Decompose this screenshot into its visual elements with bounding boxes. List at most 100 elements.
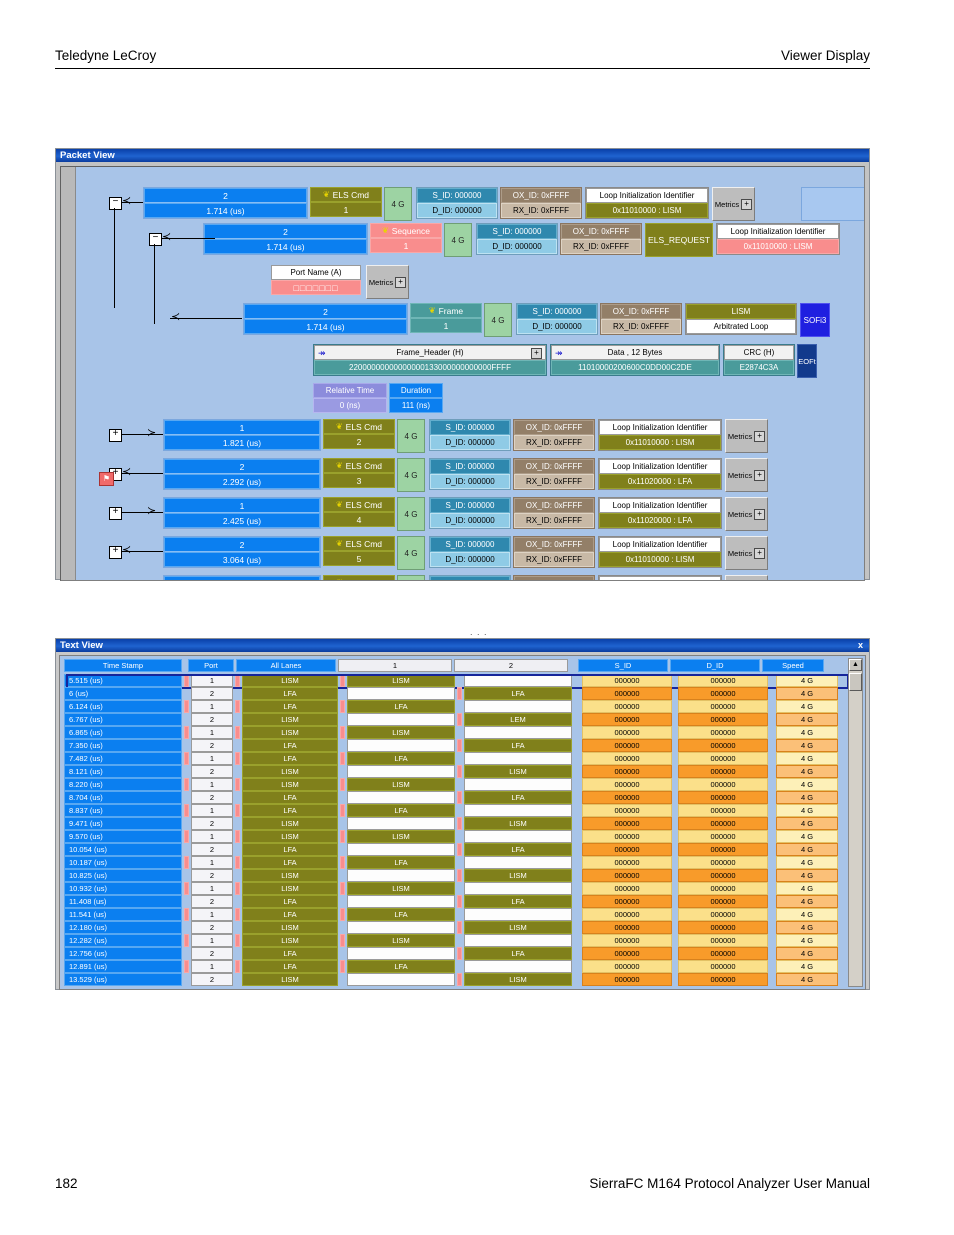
table-row[interactable]: 10.054 (us) 2 LFA LFA 000000 000000 4 G — [64, 843, 847, 856]
metrics-button[interactable]: Metrics+ — [725, 497, 768, 531]
lane-marker — [235, 739, 240, 752]
table-row[interactable]: 10.187 (us) 1 LFA LFA 000000 000000 4 G — [64, 856, 847, 869]
row-expander[interactable]: − — [149, 233, 162, 246]
table-row[interactable]: 12.756 (us) 2 LFA LFA 000000 000000 4 G — [64, 947, 847, 960]
packet-info: Loop Initialization Identifier 0x11010000… — [598, 419, 722, 451]
row-expander[interactable]: + — [109, 546, 122, 559]
metrics-button[interactable]: Metrics+ — [725, 419, 768, 453]
table-row[interactable]: 10.825 (us) 2 LISM LISM 000000 000000 4 G — [64, 869, 847, 882]
column-header-time-stamp[interactable]: Time Stamp — [64, 659, 182, 672]
row-expander[interactable]: + — [109, 507, 122, 520]
duration-label-text: Duration — [400, 386, 432, 395]
column-header-port[interactable]: Port — [188, 659, 234, 672]
scroll-up-icon[interactable]: ▲ — [849, 659, 862, 671]
table-row[interactable]: 7.482 (us) 1 LFA LFA 000000 000000 4 G — [64, 752, 847, 765]
lane-marker — [235, 700, 240, 713]
lane1-marker — [340, 778, 345, 791]
cell-d-id: 000000 — [678, 934, 768, 947]
table-row[interactable]: 6 (us) 2 LFA LFA 000000 000000 4 G — [64, 687, 847, 700]
table-row[interactable]: 8.220 (us) 1 LISM LISM 000000 000000 4 G — [64, 778, 847, 791]
cell-s-id: 000000 — [582, 817, 672, 830]
table-row[interactable]: 8.837 (us) 1 LFA LFA 000000 000000 4 G — [64, 804, 847, 817]
packet-ox-id-text: OX_ID: 0xFFFF — [525, 423, 583, 432]
lane1-marker — [340, 752, 345, 765]
table-row[interactable]: 5.515 (us) 1 LISM LISM 000000 000000 4 G — [64, 674, 849, 689]
cell-s-id: 000000 — [582, 687, 672, 700]
key-icon: ❦ — [336, 576, 343, 581]
metrics-button[interactable]: Metrics+ — [725, 458, 768, 492]
column-header-all-lanes[interactable]: All Lanes — [236, 659, 336, 672]
row-expander[interactable]: + — [109, 429, 122, 442]
table-row[interactable]: 9.570 (us) 1 LISM LISM 000000 000000 4 G — [64, 830, 847, 843]
cell-speed: 4 G — [776, 752, 838, 765]
row-expander[interactable]: − — [109, 197, 122, 210]
plus-box-icon[interactable]: + — [531, 348, 542, 359]
table-row[interactable]: 11.408 (us) 2 LFA LFA 000000 000000 4 G — [64, 895, 847, 908]
column-header-2[interactable]: 2 — [454, 659, 568, 672]
table-row[interactable]: 12.180 (us) 2 LISM LISM 000000 000000 4 G — [64, 921, 847, 934]
metrics-button[interactable]: Metrics+ — [725, 575, 768, 580]
cell-s-id: 000000 — [582, 895, 672, 908]
lane1-marker — [340, 726, 345, 739]
close-icon[interactable]: x — [858, 639, 865, 652]
cell-s-id: 000000 — [582, 674, 672, 687]
packet-row-collapsed[interactable]: 2 3.064 (us) ❦ ELS Cmd 5 4 G S_ID: 000000 D_ID:… — [163, 536, 768, 570]
column-header-speed[interactable]: Speed — [762, 659, 824, 672]
table-row[interactable]: 6.767 (us) 2 LISM LEM 000000 000000 4 G — [64, 713, 847, 726]
table-row[interactable]: 8.704 (us) 2 LFA LFA 000000 000000 4 G — [64, 791, 847, 804]
lane1-marker — [340, 674, 345, 687]
metrics-button-small[interactable]: Metrics + — [366, 265, 409, 299]
cell-d-id: 000000 — [678, 856, 768, 869]
packet-row-collapsed[interactable]: 1 2.425 (us) ❦ ELS Cmd 4 4 G S_ID: 000000 D_ID:… — [163, 497, 768, 531]
packet-time: 1.714 (us) — [204, 239, 367, 254]
column-header-d-id[interactable]: D_ID — [670, 659, 760, 672]
packet-row-collapsed[interactable]: 2 2.292 (us) ❦ ELS Cmd 3 4 G S_ID: 000000 D_ID:… — [163, 458, 768, 492]
table-row[interactable]: 12.891 (us) 1 LFA LFA 000000 000000 4 G — [64, 960, 847, 973]
scroll-thumb[interactable] — [849, 673, 862, 691]
table-row[interactable]: 7.350 (us) 2 LFA LFA 000000 000000 4 G — [64, 739, 847, 752]
cell-lane-1 — [347, 687, 455, 700]
cell-speed: 4 G — [776, 908, 838, 921]
cell-s-id: 000000 — [582, 830, 672, 843]
packet-row[interactable]: 2 1.714 (us) ❦ Sequence 1 4 G S_ID: 000000 D_ID… — [203, 223, 840, 257]
plus-box-icon[interactable]: + — [754, 547, 766, 559]
packet-count: 2 — [204, 224, 367, 239]
plus-box-icon[interactable]: + — [754, 430, 766, 442]
lane1-marker — [340, 869, 345, 882]
packet-s-id: S_ID: 000000 — [430, 459, 510, 474]
packet-row[interactable]: 2 1.714 (us) ❦ ELS Cmd 1 4 G S_ID: 000000 D_ID:… — [143, 187, 755, 221]
table-row[interactable]: 6.865 (us) 1 LISM LISM 000000 000000 4 G — [64, 726, 847, 739]
column-header-s-id[interactable]: S_ID — [578, 659, 668, 672]
plus-box-icon[interactable]: + — [395, 276, 407, 288]
packet-info-label-text: Loop Initialization Identifier — [612, 540, 708, 549]
cell-s-id: 000000 — [582, 908, 672, 921]
table-row[interactable]: 6.124 (us) 1 LFA LFA 000000 000000 4 G — [64, 700, 847, 713]
metrics-button[interactable]: Metrics+ — [712, 187, 755, 221]
cell-speed: 4 G — [776, 869, 838, 882]
plus-box-icon[interactable]: + — [754, 469, 766, 481]
table-row[interactable]: 11.541 (us) 1 LFA LFA 000000 000000 4 G — [64, 908, 847, 921]
packet-row-collapsed[interactable]: 1❦ELS Cmd4 GS_ID: 000000D_ID: 0xFFFFOX_I… — [163, 575, 768, 581]
plus-box-icon[interactable]: + — [741, 198, 753, 210]
table-row[interactable]: 8.121 (us) 2 LISM LISM 000000 000000 4 G — [64, 765, 847, 778]
packet-type: ❦ ELS Cmd 1 — [310, 187, 382, 217]
packet-d-id: D_ID: 000000 — [430, 552, 510, 567]
packet-row-collapsed[interactable]: 1 1.821 (us) ❦ ELS Cmd 2 4 G S_ID: 000000 D_ID:… — [163, 419, 768, 453]
cell-time-stamp: 12.891 (us) — [64, 960, 182, 973]
table-row[interactable]: 9.471 (us) 2 LISM LISM 000000 000000 4 G — [64, 817, 847, 830]
lane-marker — [235, 804, 240, 817]
cell-port: 1 — [191, 726, 233, 739]
text-view-scrollbar[interactable]: ▲ — [848, 658, 863, 987]
metrics-button[interactable]: Metrics+ — [725, 536, 768, 570]
table-row[interactable]: 12.282 (us) 1 LISM LISM 000000 000000 4 G — [64, 934, 847, 947]
cell-all-lanes: LFA — [242, 687, 338, 700]
column-header-1[interactable]: 1 — [338, 659, 452, 672]
cell-d-id: 000000 — [678, 765, 768, 778]
packet-count: 2 — [164, 459, 320, 474]
plus-box-icon[interactable]: + — [754, 508, 766, 520]
lane2-marker — [457, 973, 462, 986]
table-row[interactable]: 13.529 (us) 2 LISM LISM 000000 000000 4 G — [64, 973, 847, 986]
packet-row[interactable]: 2 1.714 (us) ❦ Frame 1 4 G S_ID: 000000 D_ID: 0… — [243, 303, 830, 337]
table-row[interactable]: 10.932 (us) 1 LISM LISM 000000 000000 4 G — [64, 882, 847, 895]
packet-exchange-ids: OX_ID: 0xFFFF — [513, 575, 595, 580]
